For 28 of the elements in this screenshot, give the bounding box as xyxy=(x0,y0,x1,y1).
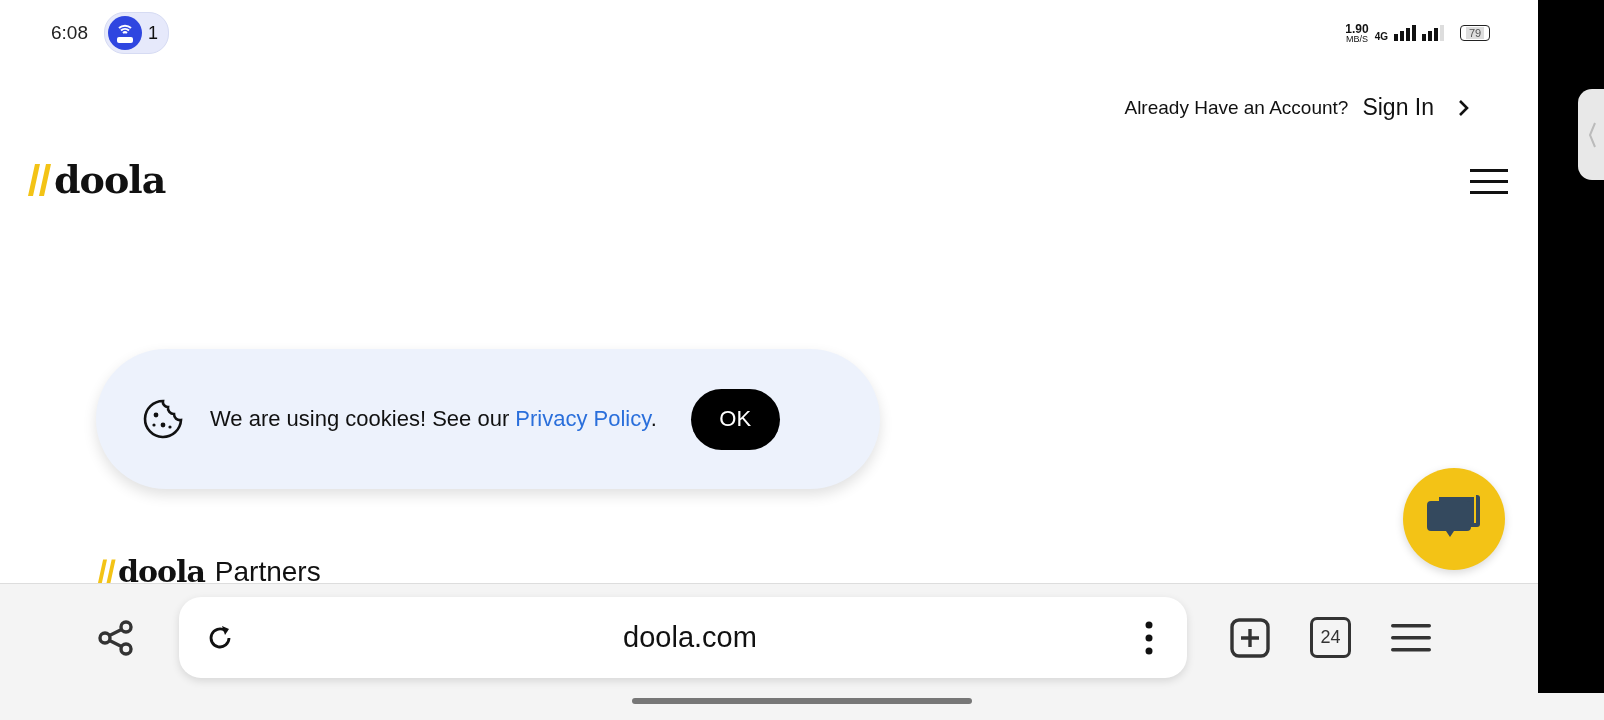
menu-icon[interactable] xyxy=(1470,168,1508,195)
chat-button[interactable] xyxy=(1403,468,1505,570)
ok-button[interactable]: OK xyxy=(690,388,780,450)
sign-in-link[interactable]: Sign In xyxy=(1362,94,1434,121)
status-time: 6:08 xyxy=(51,22,88,44)
router-icon xyxy=(108,16,142,50)
share-icon[interactable] xyxy=(96,617,136,658)
chevron-right-icon xyxy=(1458,98,1470,117)
signal-icon xyxy=(1422,25,1444,41)
network-type: 4G xyxy=(1374,30,1388,42)
privacy-policy-link[interactable]: Privacy Policy xyxy=(515,406,651,431)
section-heading: Partners xyxy=(214,555,321,583)
cookie-message: We are using cookies! See our Privacy Policy. xyxy=(210,406,657,432)
new-tab-icon[interactable] xyxy=(1230,617,1270,658)
address-bar[interactable]: doola.com xyxy=(179,597,1187,678)
cookie-icon xyxy=(142,398,184,440)
chevron-left-icon xyxy=(1588,121,1596,148)
account-prompt: Already Have an Account? xyxy=(1124,96,1349,119)
doola-logo[interactable]: doola xyxy=(26,157,166,202)
battery-indicator: 79 xyxy=(1460,25,1490,41)
more-options-icon[interactable] xyxy=(1145,620,1153,655)
menu-icon[interactable] xyxy=(1391,622,1431,653)
network-speed: 1.90 xyxy=(1345,22,1369,35)
doola-logo: doola xyxy=(96,554,205,583)
speed-unit: MB/S xyxy=(1345,34,1368,44)
tab-count-button[interactable]: 24 xyxy=(1310,617,1351,658)
signal-icon xyxy=(1394,25,1416,41)
notification-count: 1 xyxy=(148,22,158,44)
